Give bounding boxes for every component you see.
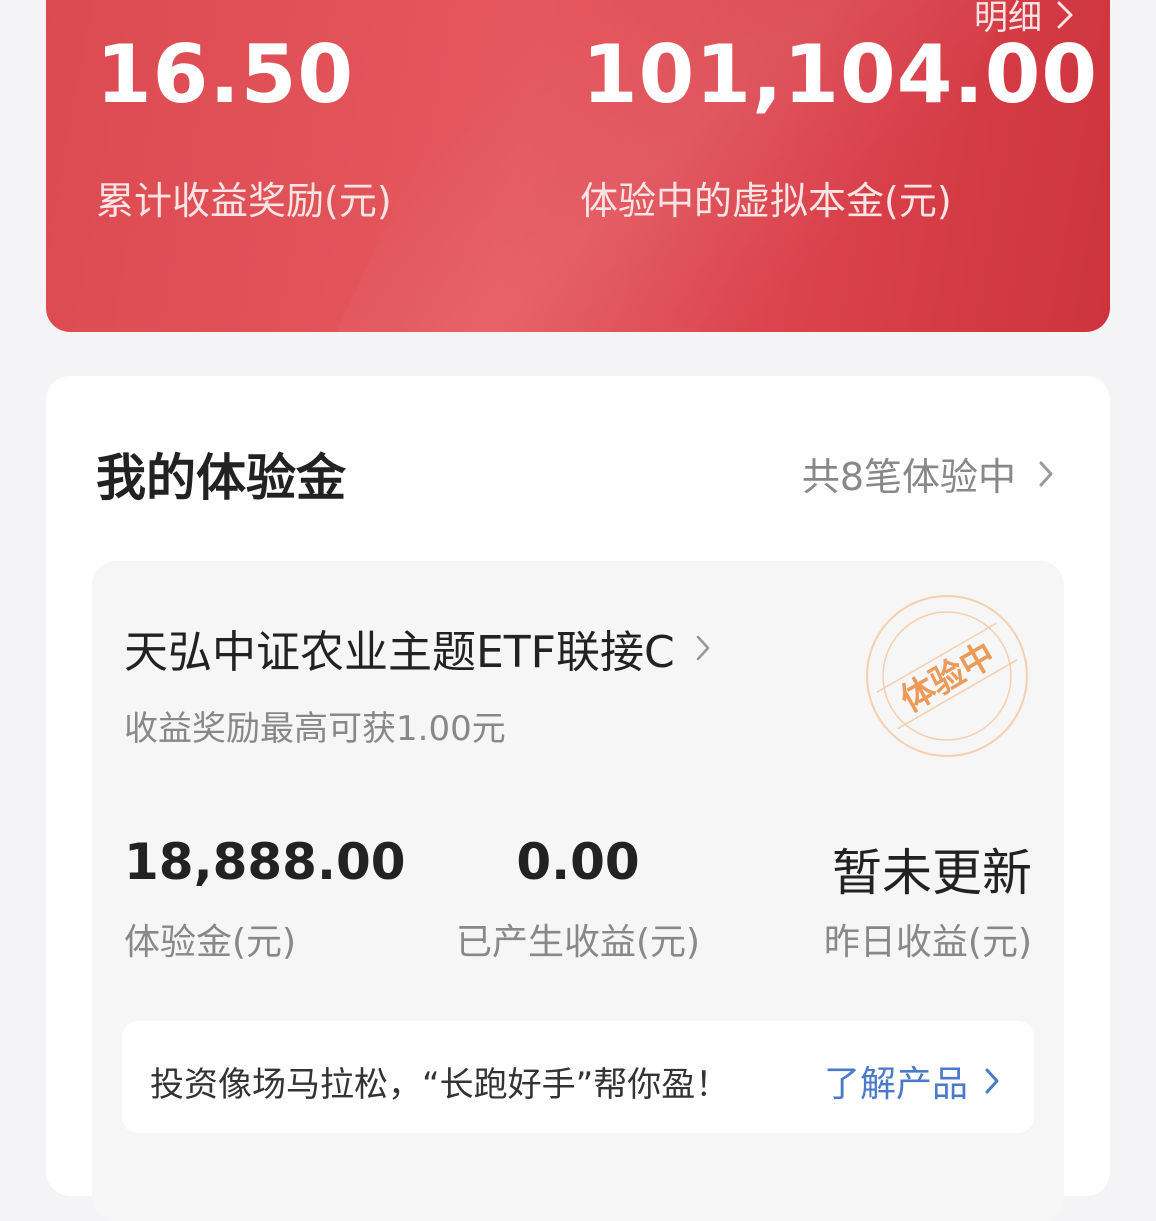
chevron-right-icon [1057,1,1073,28]
total-reward-label: 累计收益奖励(元) [96,179,392,223]
promo-banner[interactable]: 投资像场马拉松，“长跑好手”帮你盈！ 了解产品 [122,1021,1034,1133]
in-trial-stamp-icon: 体验中 [866,595,1028,757]
stamp-text: 体验中 [894,635,1002,721]
promo-text: 投资像场马拉松，“长跑好手”帮你盈！ [150,1065,730,1105]
yesterday-income-value: 暂未更新 [832,844,1032,902]
learn-product-link[interactable]: 了解产品 [824,1055,1000,1107]
yesterday-income-label: 昨日收益(元) [823,922,1032,963]
fund-reward-note: 收益奖励最高可获1.00元 [124,709,506,749]
learn-product-label: 了解产品 [823,1064,968,1105]
reward-summary-card: 明细 16.50 累计收益奖励(元) 101,104.00 体验中的虚拟本金(元… [46,0,1110,332]
chevron-right-icon [1039,461,1053,486]
fund-name: 天弘中证农业主题ETF联接C [124,627,675,678]
fund-item-card[interactable]: 天弘中证农业主题ETF联接C 收益奖励最高可获1.00元 体验中 18,888.… [92,561,1064,1221]
section-title: 我的体验金 [96,449,346,507]
virtual-principal-label: 体验中的虚拟本金(元) [580,179,952,223]
trial-count-label: 共8笔体验中 [801,455,1016,499]
fund-name-link[interactable]: 天弘中证农业主题ETF联接C [124,616,711,680]
virtual-principal-value: 101,104.00 [582,28,1099,121]
chevron-right-icon [696,635,710,661]
trial-funds-card: 我的体验金 共8笔体验中 天弘中证农业主题ETF联接C 收益奖励最高可获1.00… [46,376,1110,1221]
total-reward-value: 16.50 [96,28,355,121]
chevron-right-icon [985,1068,999,1094]
trial-count-link[interactable]: 共8笔体验中 [802,446,1054,501]
